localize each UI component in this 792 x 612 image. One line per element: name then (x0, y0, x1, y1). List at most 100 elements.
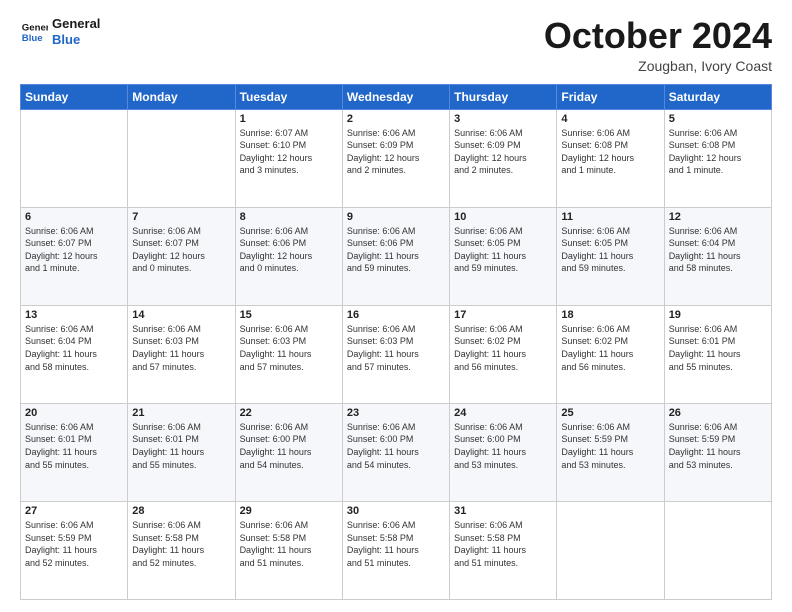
week-row-4: 20 Sunrise: 6:06 AM Sunset: 6:01 PM Dayli… (21, 403, 772, 501)
calendar-cell: 5Sunrise: 6:06 AM Sunset: 6:08 PM Daylig… (664, 109, 771, 207)
day-info: Sunrise: 6:06 AM Sunset: 6:03 PM Dayligh… (240, 323, 338, 373)
day-number: 16 (347, 309, 445, 321)
weekday-header-monday: Monday (128, 84, 235, 109)
calendar-cell (128, 109, 235, 207)
day-number: 24 (454, 407, 552, 419)
day-info: Sunrise: 6:06 AM Sunset: 6:05 PM Dayligh… (561, 225, 659, 275)
weekday-header-friday: Friday (557, 84, 664, 109)
day-number: 31 (454, 505, 552, 517)
calendar-cell (664, 501, 771, 599)
week-row-2: 6Sunrise: 6:06 AM Sunset: 6:07 PM Daylig… (21, 207, 772, 305)
day-number: 23 (347, 407, 445, 419)
day-info: Sunrise: 6:06 AM Sunset: 6:00 PM Dayligh… (454, 421, 552, 471)
day-number: 8 (240, 211, 338, 223)
calendar-cell: 25 Sunrise: 6:06 AM Sunset: 5:59 PM Dayli… (557, 403, 664, 501)
day-number: 22 (240, 407, 338, 419)
day-number: 17 (454, 309, 552, 321)
day-number: 21 (132, 407, 230, 419)
day-info: Sunrise: 6:06 AM Sunset: 5:59 PM Dayligh… (561, 421, 659, 471)
calendar-cell: 30 Sunrise: 6:06 AM Sunset: 5:58 PM Dayli… (342, 501, 449, 599)
day-number: 19 (669, 309, 767, 321)
calendar-cell: 23 Sunrise: 6:06 AM Sunset: 6:00 PM Dayli… (342, 403, 449, 501)
day-info: Sunrise: 6:06 AM Sunset: 6:03 PM Dayligh… (132, 323, 230, 373)
calendar-cell: 17 Sunrise: 6:06 AM Sunset: 6:02 PM Dayli… (450, 305, 557, 403)
calendar-cell: 4 Sunrise: 6:06 AM Sunset: 6:08 PM Daylig… (557, 109, 664, 207)
calendar-cell: 26 Sunrise: 6:06 AM Sunset: 5:59 PM Dayli… (664, 403, 771, 501)
day-info: Sunrise: 6:06 AM Sunset: 6:06 PM Dayligh… (347, 225, 445, 275)
calendar-table: SundayMondayTuesdayWednesdayThursdayFrid… (20, 84, 772, 600)
calendar-cell: 18Sunrise: 6:06 AM Sunset: 6:02 PM Dayli… (557, 305, 664, 403)
header: General Blue General Blue October 2024 Z… (20, 16, 772, 74)
day-number: 2 (347, 113, 445, 125)
calendar-cell: 15 Sunrise: 6:06 AM Sunset: 6:03 PM Dayli… (235, 305, 342, 403)
day-number: 5 (669, 113, 767, 125)
day-info: Sunrise: 6:06 AM Sunset: 5:59 PM Dayligh… (669, 421, 767, 471)
calendar-cell: 2 Sunrise: 6:06 AM Sunset: 6:09 PM Daylig… (342, 109, 449, 207)
logo: General Blue General Blue (20, 16, 100, 47)
calendar-cell: 21Sunrise: 6:06 AM Sunset: 6:01 PM Dayli… (128, 403, 235, 501)
calendar-cell: 22 Sunrise: 6:06 AM Sunset: 6:00 PM Dayli… (235, 403, 342, 501)
calendar-cell: 9 Sunrise: 6:06 AM Sunset: 6:06 PM Daylig… (342, 207, 449, 305)
calendar-cell: 31 Sunrise: 6:06 AM Sunset: 5:58 PM Dayli… (450, 501, 557, 599)
day-number: 27 (25, 505, 123, 517)
day-info: Sunrise: 6:06 AM Sunset: 5:59 PM Dayligh… (25, 519, 123, 569)
day-info: Sunrise: 6:06 AM Sunset: 6:08 PM Dayligh… (561, 127, 659, 177)
calendar-cell (557, 501, 664, 599)
day-number: 13 (25, 309, 123, 321)
day-info: Sunrise: 6:06 AM Sunset: 5:58 PM Dayligh… (347, 519, 445, 569)
week-row-5: 27 Sunrise: 6:06 AM Sunset: 5:59 PM Dayli… (21, 501, 772, 599)
week-row-1: 1 Sunrise: 6:07 AM Sunset: 6:10 PM Daylig… (21, 109, 772, 207)
calendar-cell: 11 Sunrise: 6:06 AM Sunset: 6:05 PM Dayli… (557, 207, 664, 305)
svg-text:Blue: Blue (22, 32, 43, 43)
day-info: Sunrise: 6:06 AM Sunset: 6:05 PM Dayligh… (454, 225, 552, 275)
calendar-cell: 27 Sunrise: 6:06 AM Sunset: 5:59 PM Dayli… (21, 501, 128, 599)
day-number: 15 (240, 309, 338, 321)
day-number: 25 (561, 407, 659, 419)
day-info: Sunrise: 6:06 AM Sunset: 5:58 PM Dayligh… (132, 519, 230, 569)
calendar-cell: 20 Sunrise: 6:06 AM Sunset: 6:01 PM Dayli… (21, 403, 128, 501)
weekday-header-sunday: Sunday (21, 84, 128, 109)
day-info: Sunrise: 6:07 AM Sunset: 6:10 PM Dayligh… (240, 127, 338, 177)
day-number: 29 (240, 505, 338, 517)
day-info: Sunrise: 6:06 AM Sunset: 5:58 PM Dayligh… (240, 519, 338, 569)
day-info: Sunrise: 6:06 AM Sunset: 6:02 PM Dayligh… (454, 323, 552, 373)
day-number: 20 (25, 407, 123, 419)
day-info: Sunrise: 6:06 AM Sunset: 6:01 PM Dayligh… (669, 323, 767, 373)
calendar-cell: 3Sunrise: 6:06 AM Sunset: 6:09 PM Daylig… (450, 109, 557, 207)
day-number: 18 (561, 309, 659, 321)
page: General Blue General Blue October 2024 Z… (0, 0, 792, 612)
day-number: 1 (240, 113, 338, 125)
day-info: Sunrise: 6:06 AM Sunset: 5:58 PM Dayligh… (454, 519, 552, 569)
day-info: Sunrise: 6:06 AM Sunset: 6:04 PM Dayligh… (669, 225, 767, 275)
week-row-3: 13 Sunrise: 6:06 AM Sunset: 6:04 PM Dayli… (21, 305, 772, 403)
day-number: 11 (561, 211, 659, 223)
calendar-cell: 7Sunrise: 6:06 AM Sunset: 6:07 PM Daylig… (128, 207, 235, 305)
day-info: Sunrise: 6:06 AM Sunset: 6:00 PM Dayligh… (347, 421, 445, 471)
day-number: 7 (132, 211, 230, 223)
logo-general: General (52, 16, 100, 32)
calendar-cell: 8Sunrise: 6:06 AM Sunset: 6:06 PM Daylig… (235, 207, 342, 305)
calendar-cell: 13 Sunrise: 6:06 AM Sunset: 6:04 PM Dayli… (21, 305, 128, 403)
calendar-cell: 29 Sunrise: 6:06 AM Sunset: 5:58 PM Dayli… (235, 501, 342, 599)
day-number: 6 (25, 211, 123, 223)
weekday-header-tuesday: Tuesday (235, 84, 342, 109)
day-info: Sunrise: 6:06 AM Sunset: 6:09 PM Dayligh… (347, 127, 445, 177)
month-title: October 2024 (544, 16, 772, 56)
day-number: 4 (561, 113, 659, 125)
calendar-cell: 1 Sunrise: 6:07 AM Sunset: 6:10 PM Daylig… (235, 109, 342, 207)
calendar-cell: 28Sunrise: 6:06 AM Sunset: 5:58 PM Dayli… (128, 501, 235, 599)
logo-icon: General Blue (20, 18, 48, 46)
day-number: 3 (454, 113, 552, 125)
day-info: Sunrise: 6:06 AM Sunset: 6:01 PM Dayligh… (25, 421, 123, 471)
calendar-cell: 6Sunrise: 6:06 AM Sunset: 6:07 PM Daylig… (21, 207, 128, 305)
day-info: Sunrise: 6:06 AM Sunset: 6:04 PM Dayligh… (25, 323, 123, 373)
day-number: 9 (347, 211, 445, 223)
day-info: Sunrise: 6:06 AM Sunset: 6:00 PM Dayligh… (240, 421, 338, 471)
calendar-header-row: SundayMondayTuesdayWednesdayThursdayFrid… (21, 84, 772, 109)
weekday-header-saturday: Saturday (664, 84, 771, 109)
day-number: 10 (454, 211, 552, 223)
title-block: October 2024 Zougban, Ivory Coast (544, 16, 772, 74)
day-number: 26 (669, 407, 767, 419)
calendar-cell: 16Sunrise: 6:06 AM Sunset: 6:03 PM Dayli… (342, 305, 449, 403)
day-number: 30 (347, 505, 445, 517)
